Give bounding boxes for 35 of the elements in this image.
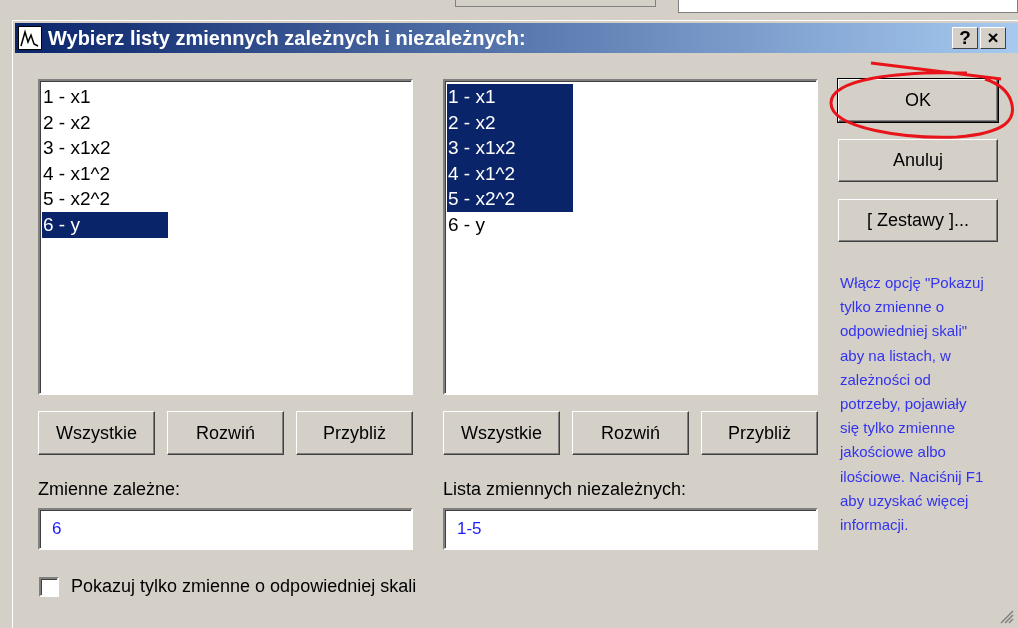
input-field[interactable]: 1-5 [443,508,818,550]
list-item[interactable]: 1 - x1 [447,84,573,110]
list-item[interactable]: 5 - x2^2 [42,186,168,212]
list-button[interactable]: Wszystkie [38,411,155,455]
list-item[interactable]: 3 - x1x2 [447,135,573,161]
list-item[interactable]: 2 - x2 [42,109,168,136]
checkbox-label: Pokazuj tylko zmienne o odpowiedniej skali [71,576,417,597]
list-button[interactable]: Przybliż [701,411,818,455]
list-button[interactable]: Wszystkie [443,411,560,455]
field-label: Zmienne zależne: [38,479,181,500]
list-button[interactable]: Rozwiń [572,411,689,455]
checkbox[interactable] [39,576,59,597]
list-item[interactable]: 1 - x1 [42,84,168,110]
help-text: Włącz opcję "Pokazuj tylko zmienne o odpowiedniej skali" aby na listach, w zależności od potrzeby, pojawiały się tylko zmienne jakościowe albo ilościowe. Naciśnij F1 aby uzyskać więcej informacji. [838,273,985,536]
resize-grip-icon[interactable] [998,608,1014,624]
list-item[interactable]: 4 - x1^2 [447,160,573,187]
window-title: Wybierz listy zmiennych zależnych i niezależnych: [48,26,527,50]
help-button[interactable]: ? [952,27,978,49]
list-item[interactable]: 6 - y [447,211,573,238]
dialog-button[interactable]: [ Zestawy ]... [838,199,998,242]
variable-list[interactable]: 1 - x1 2 - x2 3 - x1x2 4 - x1^2 5 - x2^2 6 - y [38,79,413,395]
list-item[interactable]: 3 - x1x2 [42,135,168,161]
dialog-button[interactable]: Anuluj [838,139,998,182]
list-item[interactable]: 5 - x2^2 [447,186,573,212]
chart-icon [18,26,42,50]
variable-list[interactable]: 1 - x1 2 - x2 3 - x1x2 4 - x1^2 5 - x2^2 6 - y [443,79,818,395]
list-item[interactable]: 6 - y [42,211,168,238]
list-item[interactable]: 4 - x1^2 [42,160,168,187]
field-label: Lista zmiennych niezależnych: [443,479,687,500]
input-field[interactable]: 6 [38,508,413,550]
list-button[interactable]: Rozwiń [167,411,284,455]
list-button[interactable]: Przybliż [296,411,413,455]
close-button[interactable]: × [980,27,1006,49]
list-item[interactable]: 2 - x2 [447,109,573,136]
dialog-button[interactable]: OK [838,79,998,122]
